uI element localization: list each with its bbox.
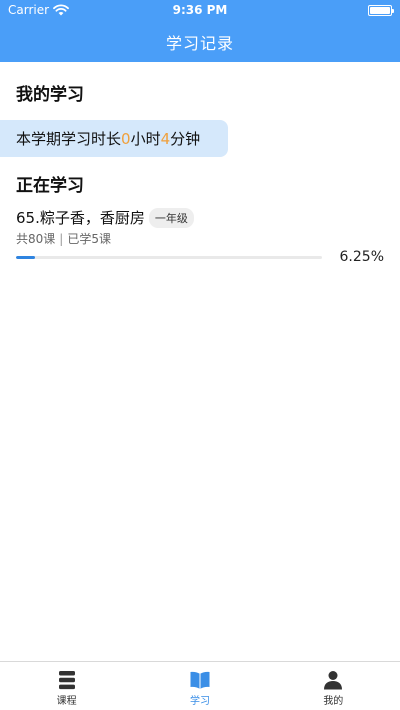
study-time-label: 本学期学习时长	[16, 130, 122, 148]
study-time-banner: 本学期学习时长 0 小时 4 分钟	[0, 120, 228, 157]
tab-mine-label: 我的	[323, 696, 344, 707]
studying-heading: 正在学习	[16, 176, 84, 196]
tab-study-label: 学习	[189, 696, 210, 707]
battery-icon	[368, 5, 394, 16]
course-progress-text: 6.25%	[339, 249, 384, 265]
tab-courses[interactable]: 课程	[0, 662, 133, 710]
grade-badge: 一年级	[148, 207, 194, 228]
status-time: 9:36 PM	[172, 3, 228, 17]
my-study-heading: 我的学习	[16, 85, 84, 105]
study-hours-unit: 小时	[130, 130, 161, 148]
tab-bar: 课程 学习 我的	[0, 661, 400, 710]
course-total-lessons: 共80课	[16, 232, 56, 246]
app-header: Carrier 9:36 PM 学习记录	[0, 0, 400, 62]
course-progress-bar	[16, 256, 322, 259]
tab-study[interactable]: 学习	[133, 662, 266, 710]
course-title-row: 65.粽子香，香厨房 一年级	[16, 207, 194, 228]
status-bar: Carrier 9:36 PM	[0, 0, 400, 22]
study-minutes-unit: 分钟	[170, 130, 201, 148]
meta-divider: |	[59, 232, 64, 246]
page-title: 学习记录	[165, 34, 234, 53]
tab-mine[interactable]: 我的	[267, 662, 400, 710]
list-icon	[58, 671, 75, 690]
course-learned-lessons: 已学5课	[67, 232, 111, 246]
course-meta: 共80课 | 已学5课	[16, 230, 111, 247]
study-hours-value: 0	[121, 129, 131, 148]
person-icon	[324, 671, 343, 690]
course-title: 65.粽子香，香厨房	[16, 209, 145, 227]
course-item[interactable]: 65.粽子香，香厨房 一年级 共80课 | 已学5课 6.25%	[16, 207, 384, 269]
tab-courses-label: 课程	[56, 696, 77, 707]
book-icon	[190, 671, 210, 689]
study-minutes-value: 4	[160, 129, 171, 148]
course-progress-fill	[16, 256, 36, 259]
